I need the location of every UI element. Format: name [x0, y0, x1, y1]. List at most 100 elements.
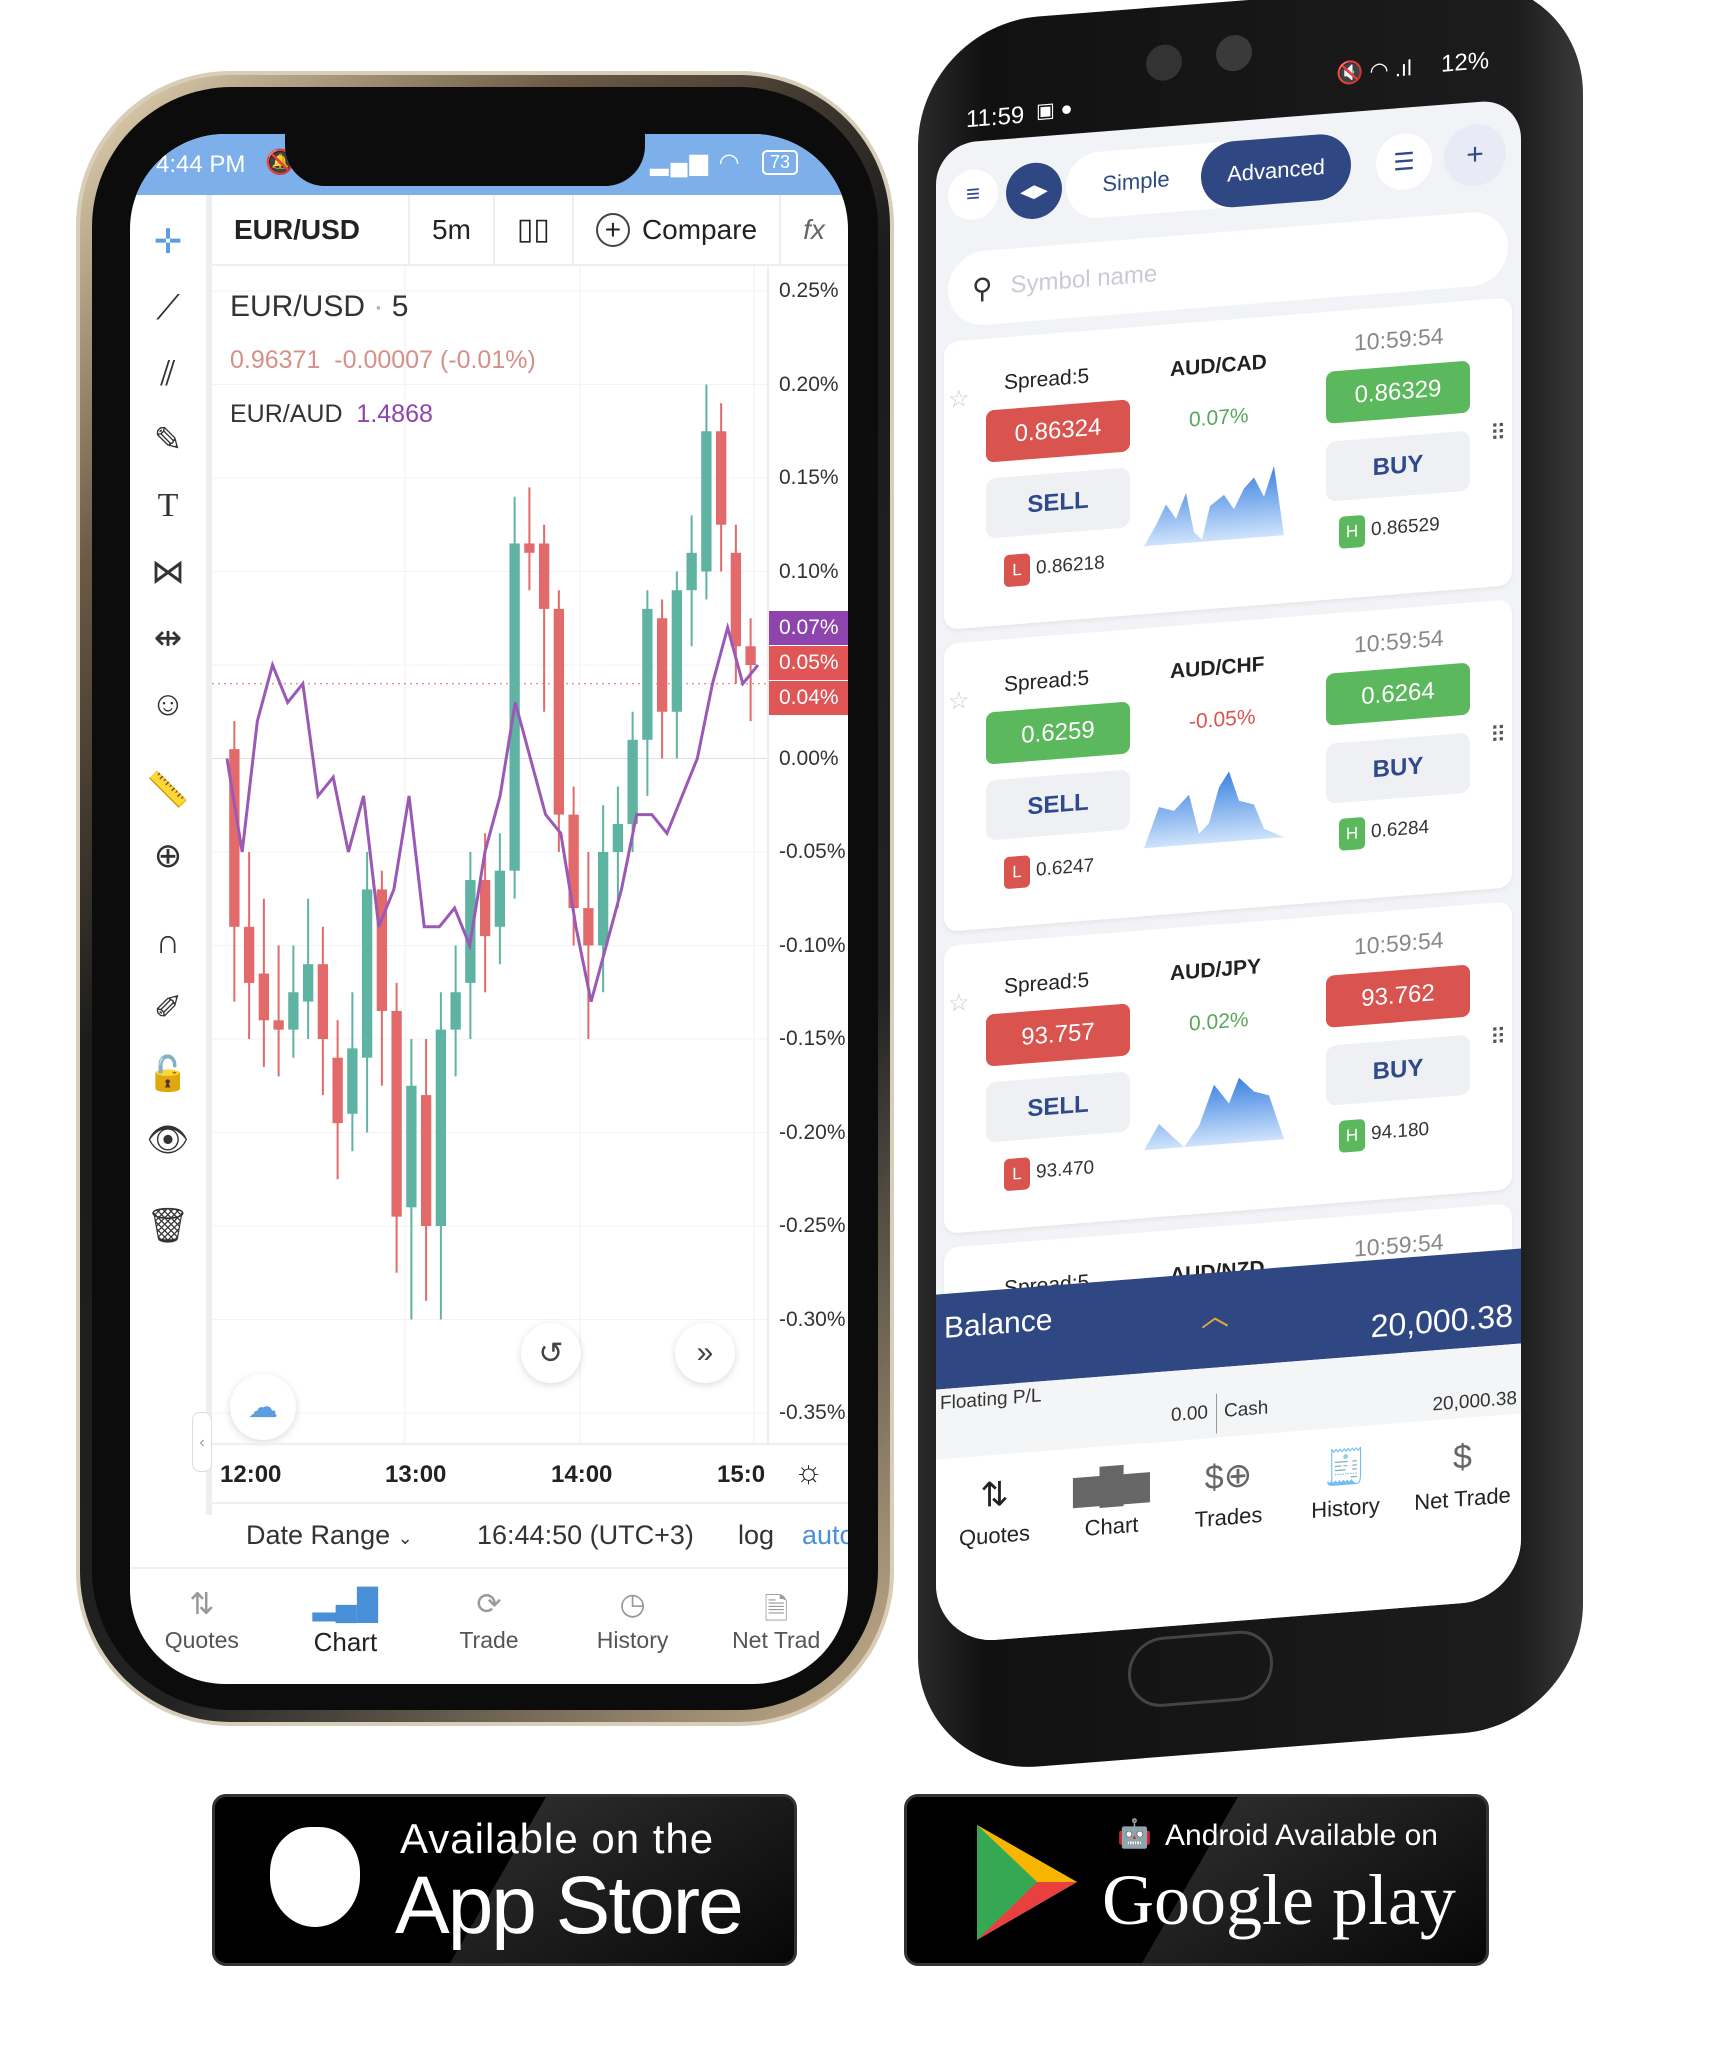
- chevron-up-icon[interactable]: ︿: [1201, 1294, 1229, 1336]
- candle-body: [597, 852, 609, 946]
- google-play-badge[interactable]: 🤖 Android Available on Google play: [904, 1794, 1489, 1966]
- time-axis[interactable]: 12:00 13:00 14:00 15:0 ☼: [212, 1443, 848, 1502]
- balance-title: Balance: [944, 1303, 1053, 1345]
- nav-label: History: [596, 1627, 669, 1653]
- candle-body: [656, 618, 668, 712]
- bid-price[interactable]: 93.757: [986, 1003, 1130, 1067]
- star-icon[interactable]: ☆: [948, 988, 970, 1019]
- app-store-badge[interactable]: Available on the App Store: [212, 1794, 797, 1966]
- tradingview-logo[interactable]: ☁: [230, 1374, 296, 1440]
- nav-label: Trade: [459, 1627, 519, 1653]
- buy-button[interactable]: BUY: [1326, 732, 1470, 804]
- nav-quotes[interactable]: ⇅ Quotes: [130, 1569, 274, 1684]
- balance-value: 20,000.38: [1370, 1297, 1513, 1345]
- app-logo: ◀▶: [1006, 160, 1062, 222]
- star-icon[interactable]: ☆: [948, 686, 970, 717]
- auto-toggle[interactable]: auto: [802, 1520, 848, 1551]
- date-range-dropdown[interactable]: Date Range ⌄: [246, 1520, 413, 1551]
- spread: Spread:5: [1004, 364, 1090, 395]
- candle-body: [243, 926, 255, 983]
- drag-handle-icon[interactable]: ⠿: [1490, 420, 1506, 446]
- nav-trades[interactable]: $⊕ Trades: [1170, 1432, 1287, 1626]
- nav-trade[interactable]: ⟳ Trade: [417, 1569, 561, 1684]
- double-chevron-right-icon: »: [696, 1336, 714, 1369]
- settings-icon[interactable]: ☼: [794, 1453, 823, 1490]
- log-toggle[interactable]: log: [738, 1520, 774, 1551]
- nav-quotes[interactable]: ⇅ Quotes: [936, 1450, 1053, 1644]
- ask-price[interactable]: 0.6264: [1326, 662, 1470, 726]
- chart-footer: Date Range ⌄ 16:44:50 (UTC+3) log auto: [212, 1502, 848, 1567]
- legend-price-row: 0.96371 -0.00007 (-0.01%): [230, 346, 536, 375]
- change-percent: -0.05%: [1189, 705, 1256, 734]
- y-tick: -0.20%: [779, 1120, 846, 1144]
- ask-price[interactable]: 93.762: [1326, 964, 1470, 1028]
- cash-label: Cash: [1224, 1397, 1269, 1422]
- sell-button[interactable]: SELL: [986, 467, 1130, 539]
- legend-change: -0.00007 (-0.01%): [334, 346, 536, 374]
- sell-button[interactable]: SELL: [986, 769, 1130, 841]
- star-icon[interactable]: ☆: [948, 384, 970, 415]
- add-symbol-button[interactable]: +: [1444, 121, 1506, 189]
- high-value: 0.6284: [1371, 816, 1430, 843]
- receipt-clock-icon: 🧾: [1324, 1446, 1367, 1489]
- high-badge: H: [1339, 1118, 1365, 1153]
- floating-pl-label: Floating P/L: [940, 1385, 1042, 1415]
- candle-body: [745, 646, 756, 665]
- price-tag: 0.07%: [769, 610, 848, 645]
- nav-net-trade[interactable]: $ Net Trade: [1404, 1414, 1521, 1608]
- menu-button[interactable]: ≡: [948, 167, 998, 222]
- candlestick-chart[interactable]: [130, 134, 848, 1454]
- sparkline: [1144, 771, 1284, 849]
- high-price: H 0.6284: [1339, 812, 1429, 851]
- x-tick: 13:00: [385, 1461, 447, 1488]
- change-percent: 0.07%: [1189, 403, 1249, 432]
- filter-button[interactable]: ☰: [1376, 131, 1432, 192]
- nav-history[interactable]: 🧾 History: [1287, 1423, 1404, 1617]
- candle-body: [332, 1057, 343, 1124]
- sell-button[interactable]: SELL: [986, 1071, 1130, 1143]
- reset-chart-button[interactable]: ↺: [521, 1323, 581, 1383]
- nav-chart[interactable]: ▆█▆ Chart: [1053, 1441, 1170, 1635]
- candle-body: [273, 1020, 284, 1030]
- nav-label: Net Trade: [1414, 1482, 1511, 1515]
- nav-net-trade[interactable]: 🗎 Net Trad: [704, 1569, 848, 1684]
- price-axis[interactable]: 0.25% 0.20% 0.15% 0.10% 0.00% -0.05% -0.10% -0.…: [767, 266, 848, 1443]
- buy-button[interactable]: BUY: [1326, 1034, 1470, 1106]
- play-store-icon: [977, 1825, 1077, 1940]
- x-tick: 15:0: [717, 1461, 766, 1488]
- high-price: H 94.180: [1339, 1114, 1429, 1153]
- candle-body: [701, 431, 712, 572]
- quote-time: 10:59:54: [1354, 322, 1444, 356]
- low-price: L 0.6247: [1004, 850, 1094, 890]
- buy-button[interactable]: BUY: [1326, 430, 1470, 502]
- quote-card[interactable]: ☆ Spread:5 AUD/JPY 10:59:54 93.757 0.02%…: [944, 901, 1512, 1234]
- quote-card[interactable]: ☆ Spread:5 AUD/CHF 10:59:54 0.6259 -0.05…: [944, 599, 1512, 932]
- floating-pl-value: 0.00: [1171, 1402, 1208, 1427]
- ask-price[interactable]: 0.86329: [1326, 360, 1470, 424]
- candle-body: [420, 1095, 432, 1226]
- y-tick: 0.00%: [779, 746, 839, 770]
- drag-handle-icon[interactable]: ⠿: [1490, 1024, 1506, 1050]
- bid-price[interactable]: 0.6259: [986, 701, 1130, 765]
- candle-body: [494, 870, 506, 927]
- mode-simple[interactable]: Simple: [1066, 143, 1206, 220]
- nav-chart[interactable]: ▂▄█ Chart: [274, 1569, 418, 1684]
- cash-value: 20,000.38: [1432, 1387, 1517, 1416]
- filter-icon: ☰: [1393, 147, 1415, 177]
- bid-price[interactable]: 0.86324: [986, 399, 1130, 463]
- compare-price: 1.4868: [356, 400, 433, 428]
- nav-history[interactable]: ◷ History: [561, 1569, 705, 1684]
- drag-handle-icon[interactable]: ⠿: [1490, 722, 1506, 748]
- low-price: L 0.86218: [1004, 547, 1105, 588]
- nav-label: Trades: [1194, 1501, 1263, 1533]
- quotes-app-screen: ≡ ◀▶ Simple Advanced ☰ + ⚲ Symbol name ☆…: [936, 98, 1521, 1645]
- mode-advanced[interactable]: Advanced: [1201, 131, 1351, 210]
- scroll-to-latest-button[interactable]: »: [675, 1323, 735, 1383]
- candle-body: [715, 431, 727, 525]
- history-icon: ◷: [619, 1588, 646, 1621]
- quote-card[interactable]: ☆ Spread:5 AUD/CAD 10:59:54 0.86324 0.07…: [944, 297, 1512, 630]
- high-value: 0.86529: [1371, 513, 1440, 541]
- badge-line1: Android Available on: [1165, 1819, 1438, 1852]
- candle-body: [302, 964, 314, 1002]
- arrows-updown-icon: ⇅: [189, 1588, 215, 1621]
